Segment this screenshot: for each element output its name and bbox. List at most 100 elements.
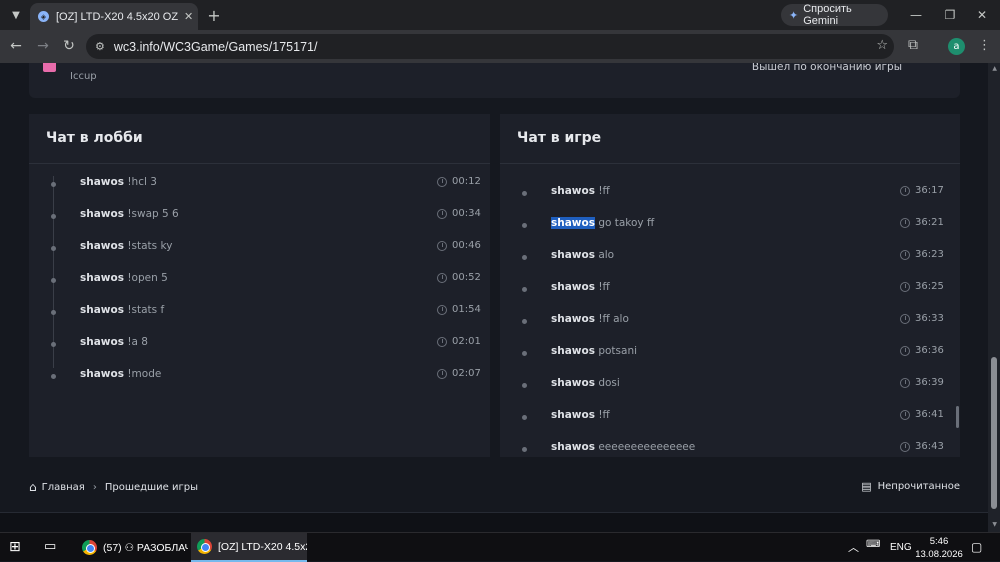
timeline-dot-icon — [522, 319, 527, 324]
taskbar-chrome-window-1[interactable]: (57) ⚇ РАЗОБЛАЧ... — [76, 533, 188, 562]
scroll-down-arrow-icon[interactable]: ▼ — [992, 521, 997, 528]
profile-avatar[interactable]: a — [948, 38, 965, 55]
back-arrow-icon[interactable]: ← — [6, 36, 26, 56]
tab-close-icon[interactable]: ✕ — [184, 10, 193, 23]
message-body: go takoy ff — [598, 217, 655, 229]
scroll-up-arrow-icon[interactable]: ▲ — [992, 65, 997, 72]
page-content: Iccup Вышел по окончанию игры Чат в лобб… — [0, 63, 1000, 532]
message-time: 02:07 — [452, 368, 481, 379]
clock-icon — [900, 186, 910, 196]
clock-icon — [900, 378, 910, 388]
message-time: 36:17 — [915, 185, 944, 196]
message-author[interactable]: shawos — [551, 345, 595, 357]
message-body: !mode — [127, 368, 162, 380]
timeline-dot-icon — [522, 415, 527, 420]
message-text: shawos !ff — [551, 409, 610, 421]
chat-message: shawos !a 8 02:01 — [29, 336, 490, 356]
clock-date: 13.08.2026 — [915, 549, 963, 560]
message-body: !ff — [598, 185, 610, 197]
task-view-icon[interactable]: ▭ — [44, 539, 56, 554]
windows-start-icon[interactable]: ⊞ — [9, 539, 21, 555]
site-info-icon[interactable]: ⚙ — [95, 40, 105, 53]
message-text: shawos alo — [551, 249, 614, 261]
clock-time: 5:46 — [929, 536, 949, 547]
chat-message: shawos !ff alo 36:33 — [500, 313, 960, 333]
message-body: !ff — [598, 281, 610, 293]
breadcrumb-home-link[interactable]: Главная — [42, 482, 85, 493]
minimize-icon[interactable]: — — [904, 5, 928, 25]
chrome-icon — [197, 539, 212, 554]
message-author[interactable]: shawos — [551, 441, 595, 453]
unread-link[interactable]: ▤ Непрочитанное — [861, 480, 960, 493]
message-author[interactable]: shawos — [80, 336, 124, 348]
restore-icon[interactable]: ❐ — [938, 5, 962, 25]
lobby-chat-list[interactable]: shawos !hcl 3 00:12 shawos !swap 5 6 00:34 s… — [29, 164, 490, 456]
timeline-dot-icon — [522, 223, 527, 228]
reload-icon[interactable]: ↻ — [59, 36, 79, 56]
tab-search-button[interactable]: ▼ — [6, 5, 26, 25]
lobby-chat-title: Чат в лобби — [29, 114, 490, 164]
message-author[interactable]: shawos — [80, 176, 124, 188]
windows-taskbar: ⊞ ▭ (57) ⚇ РАЗОБЛАЧ... [OZ] LTD-X20 4.5x… — [0, 532, 1000, 562]
chat-message: shawos !open 5 00:52 — [29, 272, 490, 292]
gemini-label: Спросить Gemini — [803, 3, 852, 27]
clock-icon — [900, 314, 910, 324]
game-chat-title: Чат в игре — [500, 114, 960, 164]
message-author[interactable]: shawos — [551, 377, 595, 389]
timeline-dot-icon — [51, 246, 56, 251]
chat-message: shawos !stats f 01:54 — [29, 304, 490, 324]
message-time: 01:54 — [452, 304, 481, 315]
page-footer — [0, 512, 988, 532]
message-author[interactable]: shawos — [80, 304, 124, 316]
home-icon[interactable]: ⌂ — [29, 480, 37, 494]
bookmark-star-icon[interactable]: ☆ — [876, 38, 888, 53]
message-time: 36:33 — [915, 313, 944, 324]
message-time: 36:23 — [915, 249, 944, 260]
message-author[interactable]: shawos — [551, 409, 595, 421]
chrome-icon — [82, 540, 97, 555]
timeline-dot-icon — [51, 214, 56, 219]
notification-center-icon[interactable]: ▢ — [971, 540, 982, 554]
address-bar[interactable]: ⚙ wc3.info/WC3Game/Games/175171/ ☆ — [86, 34, 894, 59]
chat-message: shawos go takoy ff 36:21 — [500, 217, 960, 237]
ask-gemini-button[interactable]: ✦ Спросить Gemini — [781, 3, 888, 27]
timeline-dot-icon — [51, 342, 56, 347]
message-author[interactable]: shawos — [80, 368, 124, 380]
system-clock[interactable]: 5:46 13.08.2026 — [914, 535, 964, 561]
page-scroll-thumb[interactable] — [991, 357, 997, 509]
input-language[interactable]: ENG — [890, 542, 912, 553]
message-author[interactable]: shawos — [80, 272, 124, 284]
url-text[interactable]: wc3.info/WC3Game/Games/175171/ — [114, 40, 318, 54]
game-chat-list[interactable]: shawos !ff 36:17 shawos go takoy ff 36:21 sh… — [500, 164, 960, 456]
taskbar-chrome-window-2[interactable]: [OZ] LTD-X20 4.5x2... — [191, 533, 307, 562]
page-scrollbar[interactable]: ▲ ▼ — [988, 63, 1000, 532]
forward-arrow-icon[interactable]: → — [33, 36, 53, 56]
message-author[interactable]: shawos — [80, 240, 124, 252]
browser-tab-active[interactable]: ◈ [OZ] LTD-X20 4.5x20 OZ #754 - ✕ — [30, 3, 198, 30]
message-text: shawos !stats f — [80, 304, 164, 316]
browser-tab-bar: ▼ ◈ [OZ] LTD-X20 4.5x20 OZ #754 - ✕ + ✦ … — [0, 0, 1000, 30]
lobby-chat-panel: Чат в лобби shawos !hcl 3 00:12 shawos !sw… — [29, 114, 490, 457]
chat-message: shawos potsani 36:36 — [500, 345, 960, 365]
extensions-puzzle-icon[interactable]: ⧉ — [908, 37, 918, 53]
message-author[interactable]: shawos — [80, 208, 124, 220]
tab-title: [OZ] LTD-X20 4.5x20 OZ #754 - — [56, 10, 178, 23]
breadcrumb-current[interactable]: Прошедшие игры — [105, 482, 198, 493]
message-time: 36:41 — [915, 409, 944, 420]
message-author[interactable]: shawos — [551, 281, 595, 293]
message-body: alo — [598, 249, 615, 261]
message-author[interactable]: shawos — [551, 185, 595, 197]
window-close-icon[interactable]: ✕ — [970, 5, 994, 25]
chat-message: shawos eeeeeeeeeeeeeee 36:43 — [500, 441, 960, 456]
message-author[interactable]: shawos — [551, 249, 595, 261]
clock-icon — [900, 282, 910, 292]
clock-icon — [900, 218, 910, 228]
timeline-dot-icon — [51, 374, 56, 379]
chat-message: shawos !ff 36:17 — [500, 185, 960, 205]
browser-menu-icon[interactable]: ⋮ — [978, 38, 991, 53]
message-author[interactable]: shawos — [551, 217, 595, 229]
tray-chevron-up-icon[interactable]: ︿ — [848, 539, 859, 555]
new-tab-button[interactable]: + — [204, 5, 224, 25]
keyboard-icon[interactable]: ⌨ — [866, 539, 880, 550]
message-author[interactable]: shawos — [551, 313, 595, 325]
